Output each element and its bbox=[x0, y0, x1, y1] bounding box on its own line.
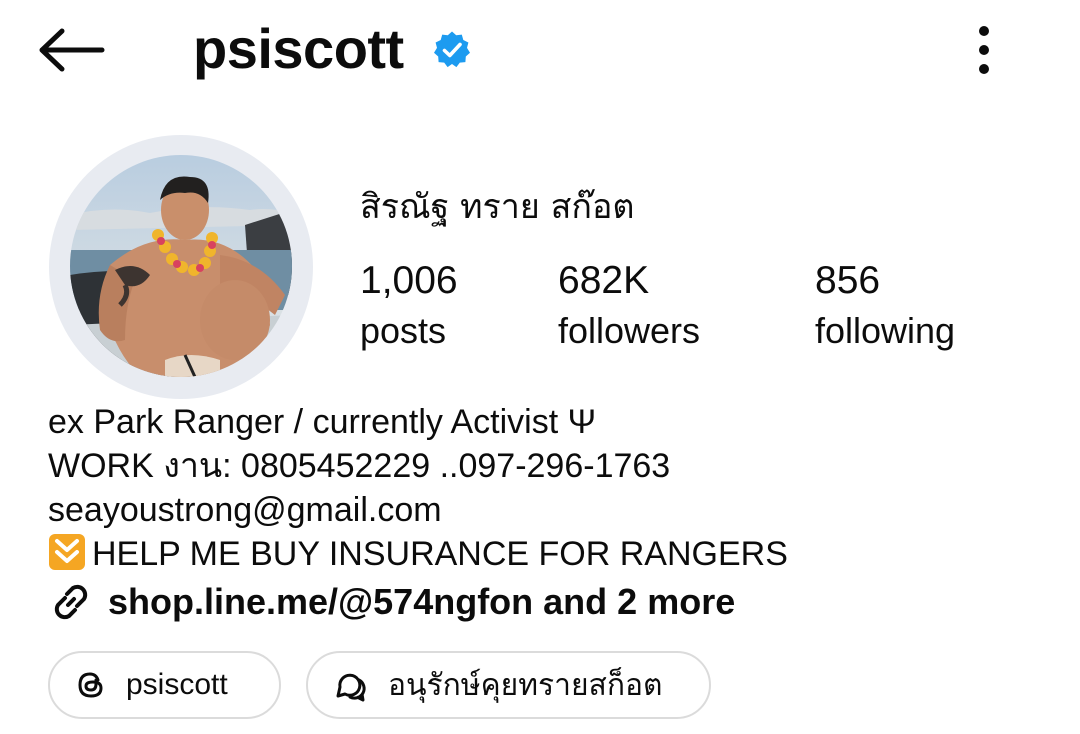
posts-label: posts bbox=[360, 310, 447, 351]
more-options-button[interactable] bbox=[958, 18, 1010, 82]
avatar[interactable] bbox=[70, 155, 292, 377]
link-text: shop.line.me/@574ngfon and 2 more bbox=[108, 581, 736, 622]
arrow-left-icon bbox=[39, 28, 105, 72]
bio-line-3: seayoustrong@gmail.com bbox=[48, 491, 442, 529]
bio: ex Park Ranger / currently Activist Ψ WO… bbox=[48, 400, 1048, 576]
following-label: following bbox=[815, 310, 956, 351]
following-stat[interactable]: 856 following bbox=[815, 258, 955, 354]
followers-stat[interactable]: 682K followers bbox=[558, 258, 700, 354]
external-link[interactable]: shop.line.me/@574ngfon and 2 more bbox=[48, 578, 735, 626]
following-count: 856 bbox=[815, 259, 881, 302]
bio-line-4: HELP ME BUY INSURANCE FOR RANGERS bbox=[48, 532, 1048, 576]
verified-badge-icon bbox=[434, 31, 470, 68]
bio-line-4-text: HELP ME BUY INSURANCE FOR RANGERS bbox=[92, 535, 788, 573]
profile-username: psiscott bbox=[193, 17, 404, 80]
chat-bubbles-icon bbox=[336, 673, 366, 702]
double-arrow-down-emoji bbox=[49, 534, 85, 570]
posts-stat[interactable]: 1,006 posts bbox=[360, 258, 458, 354]
posts-count: 1,006 bbox=[360, 259, 458, 302]
followers-label: followers bbox=[558, 310, 701, 351]
group-chat-chip[interactable]: อนุรักษ์คุยทรายสก็อต bbox=[306, 651, 711, 719]
more-vertical-icon bbox=[979, 26, 989, 74]
link-icon bbox=[54, 584, 88, 620]
display-name: สิรณัฐ ทราย สก๊อต bbox=[360, 187, 635, 227]
bio-line-2: WORK งาน: 0805452229 ..097-296-1763 bbox=[48, 447, 671, 485]
threads-icon bbox=[78, 672, 103, 698]
bio-line-1: ex Park Ranger / currently Activist Ψ bbox=[48, 403, 597, 441]
group-chip-label: อนุรักษ์คุยทรายสก็อต bbox=[388, 667, 663, 703]
top-bar: psiscott bbox=[0, 0, 1080, 100]
followers-count: 682K bbox=[558, 259, 650, 302]
avatar-photo bbox=[70, 155, 292, 377]
threads-chip-label: psiscott bbox=[126, 668, 228, 701]
back-button[interactable] bbox=[32, 18, 112, 82]
threads-chip[interactable]: psiscott bbox=[48, 651, 281, 719]
